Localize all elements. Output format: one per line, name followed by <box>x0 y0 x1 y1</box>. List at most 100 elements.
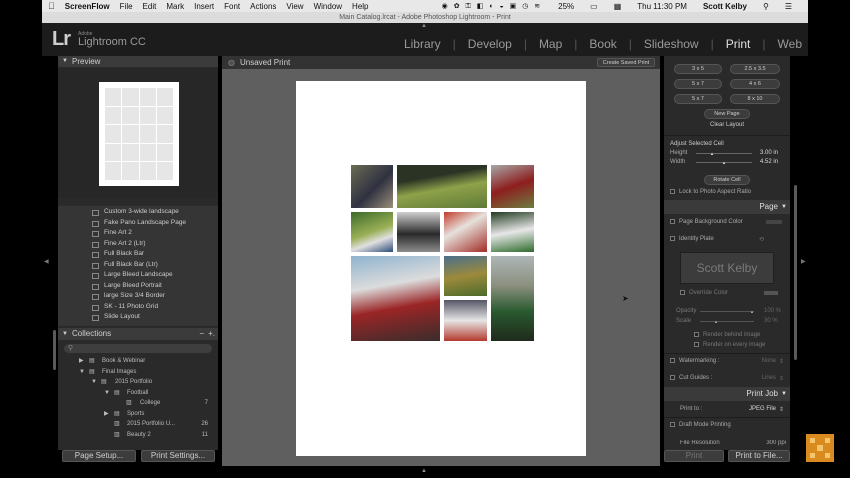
bottom-collapse-arrow[interactable]: ▲ <box>421 468 427 474</box>
scale-value[interactable]: 30 % <box>764 318 778 324</box>
clear-layout-button[interactable]: Clear Layout <box>700 122 754 128</box>
file-resolution-row[interactable]: File Resolution 300 ppi <box>680 440 786 446</box>
collections-header[interactable]: ▼ Collections − +. <box>58 328 218 340</box>
slider-thumb[interactable]: ▲ <box>710 151 714 156</box>
rotate-cell-button[interactable]: Rotate Cell <box>704 175 750 185</box>
battery-icon[interactable]: ▭ <box>590 2 598 11</box>
collection-item[interactable]: ▥ College 7 <box>58 398 218 409</box>
render-every-checkbox[interactable] <box>694 342 699 347</box>
module-web[interactable]: Web <box>778 37 802 51</box>
template-item[interactable]: Slide Layout <box>58 312 218 323</box>
width-slider[interactable]: ▲ <box>696 160 752 165</box>
photo-cell[interactable] <box>491 256 534 341</box>
render-behind-checkbox[interactable] <box>694 332 699 337</box>
top-collapse-arrow[interactable]: ▲ <box>421 23 427 29</box>
flag-icon[interactable]: ▦ <box>614 2 622 11</box>
collection-item[interactable]: ▥ Beauty 2 11 <box>58 430 218 441</box>
render-every-option[interactable]: Render on every image <box>694 342 765 348</box>
identity-plate-preview[interactable]: Scott Kelby <box>680 252 774 284</box>
template-item[interactable]: Full Black Bar (Ltr) <box>58 260 218 271</box>
add-collection-icon[interactable]: +. <box>208 328 215 340</box>
photo-cell[interactable] <box>397 212 440 252</box>
battery-percent[interactable]: 25% <box>558 2 574 11</box>
module-map[interactable]: Map <box>539 37 562 51</box>
template-item[interactable]: Custom 3-wide landscape <box>58 207 218 218</box>
dropdown-icon[interactable]: ⇕ <box>779 375 784 382</box>
override-color-option[interactable]: Override Color <box>680 290 780 296</box>
module-slideshow[interactable]: Slideshow <box>644 37 699 51</box>
watermarking-checkbox[interactable] <box>670 358 675 363</box>
module-print[interactable]: Print <box>726 37 751 51</box>
module-develop[interactable]: Develop <box>468 37 512 51</box>
preview-header[interactable]: ▼ Preview <box>58 56 218 67</box>
opacity-slider[interactable]: ▲ <box>700 309 754 314</box>
photo-cell[interactable] <box>491 212 534 252</box>
module-book[interactable]: Book <box>589 37 616 51</box>
collection-set[interactable]: ▼ ▤ Final Images <box>58 367 218 378</box>
dropdown-icon[interactable]: ⇕ <box>779 358 784 365</box>
collection-item[interactable]: ▥ 2015 Portfolio U... 26 <box>58 419 218 430</box>
collection-set[interactable]: ▶ ▤ Sports <box>58 409 218 420</box>
new-page-button[interactable]: New Page <box>704 109 750 119</box>
template-item[interactable]: Full Black Bar <box>58 249 218 260</box>
collapse-triangle-icon[interactable]: ▼ <box>91 377 97 388</box>
menu-window[interactable]: Window <box>314 2 342 11</box>
print-page[interactable] <box>296 81 586 456</box>
menu-mark[interactable]: Mark <box>166 2 184 11</box>
left-panel-toggle[interactable]: ◀ <box>44 258 49 265</box>
override-color-checkbox[interactable] <box>680 290 685 295</box>
template-item[interactable]: Fake Pano Landscape Page <box>58 218 218 229</box>
search-icon[interactable]: ⚲ <box>763 2 769 11</box>
color-swatch[interactable] <box>764 291 778 295</box>
menu-edit[interactable]: Edit <box>143 2 157 11</box>
photo-cell[interactable] <box>444 256 487 296</box>
template-item[interactable]: Large Bleed Landscape <box>58 270 218 281</box>
menu-help[interactable]: Help <box>352 2 368 11</box>
create-saved-print-button[interactable]: Create Saved Print <box>597 58 655 67</box>
left-scrollbar[interactable] <box>53 330 56 370</box>
page-setup-button[interactable]: Page Setup... <box>62 450 136 462</box>
photo-cell[interactable] <box>351 212 393 252</box>
menu-insert[interactable]: Insert <box>194 2 214 11</box>
height-slider[interactable]: ▲ <box>696 151 752 156</box>
watermarking-option[interactable]: Watermarking : None ⇕ <box>670 358 786 365</box>
print-job-header[interactable]: Print Job ▼ <box>664 387 790 401</box>
menu-file[interactable]: File <box>120 2 133 11</box>
cut-guides-option[interactable]: Cut Guides : Lines ⇕ <box>670 375 786 382</box>
cut-guides-checkbox[interactable] <box>670 375 675 380</box>
page-section-header[interactable]: Page ▼ <box>664 200 790 214</box>
photo-cell[interactable] <box>351 256 440 341</box>
identity-plate-checkbox[interactable] <box>670 236 675 241</box>
scale-slider[interactable]: ▲ <box>700 319 754 324</box>
page-background-option[interactable]: Page Background Color <box>670 219 786 225</box>
print-to-file-button[interactable]: Print to File... <box>728 450 790 462</box>
template-item[interactable]: large Size 3/4 Border <box>58 291 218 302</box>
template-item[interactable]: Fine Art 2 <box>58 228 218 239</box>
cell-size-button[interactable]: 8 x 10 <box>730 94 780 104</box>
print-button[interactable]: Print <box>664 450 724 462</box>
slider-thumb[interactable]: ▲ <box>750 309 754 314</box>
status-icons[interactable]: ◉ ✿ ⚿ ◧ ◐ ◒ ▣ ◷ ≋ <box>442 2 543 11</box>
menu-actions[interactable]: Actions <box>250 2 276 11</box>
cell-size-button[interactable]: 5 x 7 <box>674 79 722 89</box>
cell-size-button[interactable]: 3 x 5 <box>674 64 722 74</box>
collapse-triangle-icon[interactable]: ▼ <box>104 388 110 399</box>
photo-cell[interactable] <box>444 212 487 252</box>
collapse-minus-icon[interactable]: − <box>199 328 204 340</box>
draft-mode-option[interactable]: Draft Mode Printing <box>670 422 731 428</box>
slider-thumb[interactable]: ▲ <box>722 160 726 165</box>
cell-size-button[interactable]: 4 x 6 <box>730 79 780 89</box>
width-value[interactable]: 4.52 in <box>760 159 778 165</box>
menu-app-name[interactable]: ScreenFlow <box>65 2 110 11</box>
template-item[interactable]: Fine Art 2 (Ltr) <box>58 239 218 250</box>
cell-size-button[interactable]: 2.5 x 3.5 <box>730 64 780 74</box>
collection-set[interactable]: ▼ ▤ 2015 Portfolio <box>58 377 218 388</box>
photo-cell[interactable] <box>397 165 487 208</box>
render-behind-option[interactable]: Render behind image <box>694 332 760 338</box>
apple-icon[interactable]:  <box>48 1 55 11</box>
menu-font[interactable]: Font <box>224 2 240 11</box>
list-icon[interactable]: ☰ <box>785 2 792 11</box>
collapse-triangle-icon[interactable]: ▼ <box>79 367 85 378</box>
rotate-icon[interactable]: ⟲ <box>759 236 764 243</box>
opacity-value[interactable]: 100 % <box>764 308 781 314</box>
